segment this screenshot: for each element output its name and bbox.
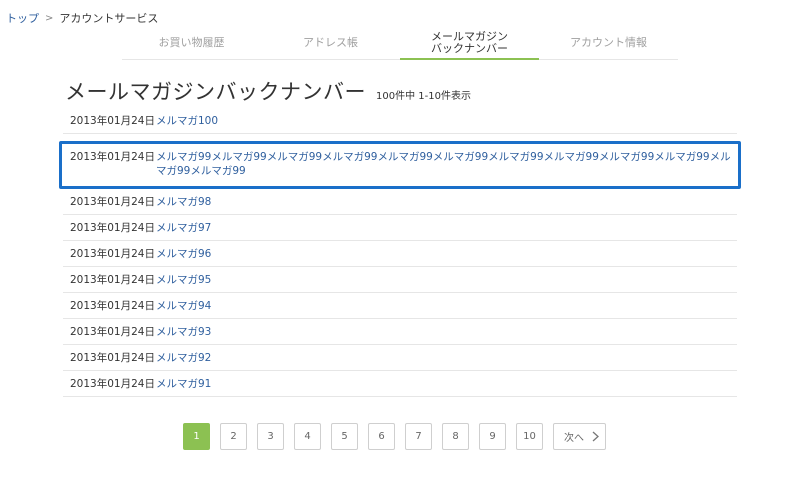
item-date: 2013年01月24日 (70, 300, 155, 312)
tab-purchase-history[interactable]: お買い物履歴 (122, 27, 261, 59)
item-title-link[interactable]: メルマガ93 (156, 325, 211, 339)
next-page-button[interactable]: 次へ (553, 423, 606, 450)
list-item: 2013年01月24日 メルマガ100 (63, 108, 737, 134)
page-button[interactable]: 7 (405, 423, 432, 450)
item-date: 2013年01月24日 (70, 326, 155, 338)
list-item: 2013年01月24日 メルマガ92 (63, 345, 737, 371)
item-title-link[interactable]: メルマガ91 (156, 377, 211, 391)
list-item-highlighted: 2013年01月24日 メルマガ99メルマガ99メルマガ99メルマガ99メルマガ… (59, 141, 741, 189)
breadcrumb: トップ > アカウントサービス (6, 10, 158, 26)
tab-bar: お買い物履歴 アドレス帳 メールマガジン バックナンバー アカウント情報 (122, 27, 678, 60)
page-button[interactable]: 2 (220, 423, 247, 450)
item-title-link[interactable]: メルマガ99メルマガ99メルマガ99メルマガ99メルマガ99メルマガ99メルマガ… (156, 150, 738, 178)
page-button[interactable]: 8 (442, 423, 469, 450)
list-item: 2013年01月24日 メルマガ96 (63, 241, 737, 267)
page-button-current[interactable]: 1 (183, 423, 210, 450)
item-date: 2013年01月24日 (70, 151, 155, 163)
item-date: 2013年01月24日 (70, 274, 155, 286)
page-button[interactable]: 5 (331, 423, 358, 450)
pagination: 1 2 3 4 5 6 7 8 9 10 次へ (183, 423, 616, 450)
item-date: 2013年01月24日 (70, 378, 155, 390)
tab-account-info[interactable]: アカウント情報 (539, 27, 678, 59)
item-date: 2013年01月24日 (70, 352, 155, 364)
backnumber-list: 2013年01月24日 メルマガ100 2013年01月24日 メルマガ99メル… (59, 108, 741, 397)
list-item: 2013年01月24日 メルマガ98 (63, 189, 737, 215)
tab-label: アドレス帳 (303, 36, 358, 49)
chevron-right-icon (592, 431, 599, 442)
item-title-link[interactable]: メルマガ98 (156, 195, 211, 209)
tab-address-book[interactable]: アドレス帳 (261, 27, 400, 59)
list-item: 2013年01月24日 メルマガ95 (63, 267, 737, 293)
breadcrumb-home-link[interactable]: トップ (6, 10, 39, 26)
item-title-link[interactable]: メルマガ92 (156, 351, 211, 365)
tab-label: お買い物履歴 (158, 36, 225, 49)
item-title-link[interactable]: メルマガ95 (156, 273, 211, 287)
list-item: 2013年01月24日 メルマガ93 (63, 319, 737, 345)
item-date: 2013年01月24日 (70, 196, 155, 208)
list-item: 2013年01月24日 メルマガ94 (63, 293, 737, 319)
tab-label: アカウント情報 (570, 36, 647, 49)
page-button[interactable]: 9 (479, 423, 506, 450)
breadcrumb-current: アカウントサービス (59, 12, 159, 25)
item-title-link[interactable]: メルマガ94 (156, 299, 211, 313)
tab-label: メールマガジン バックナンバー (431, 29, 508, 55)
page-button[interactable]: 10 (516, 423, 543, 450)
page-button[interactable]: 3 (257, 423, 284, 450)
next-label: 次へ (564, 433, 584, 444)
item-date: 2013年01月24日 (70, 248, 155, 260)
item-title-link[interactable]: メルマガ100 (156, 114, 218, 128)
item-date: 2013年01月24日 (70, 115, 155, 127)
item-title-link[interactable]: メルマガ96 (156, 247, 211, 261)
page-button[interactable]: 4 (294, 423, 321, 450)
list-item: 2013年01月24日 メルマガ91 (63, 371, 737, 397)
page-title: メールマガジンバックナンバー (65, 80, 366, 104)
result-count: 100件中 1-10件表示 (376, 91, 471, 102)
item-date: 2013年01月24日 (70, 222, 155, 234)
title-row: メールマガジンバックナンバー 100件中 1-10件表示 (65, 76, 471, 106)
list-item: 2013年01月24日 メルマガ97 (63, 215, 737, 241)
tab-mail-magazine-backnumber[interactable]: メールマガジン バックナンバー (400, 27, 539, 60)
item-title-link[interactable]: メルマガ97 (156, 221, 211, 235)
chevron-right-icon: > (45, 12, 54, 24)
page-button[interactable]: 6 (368, 423, 395, 450)
